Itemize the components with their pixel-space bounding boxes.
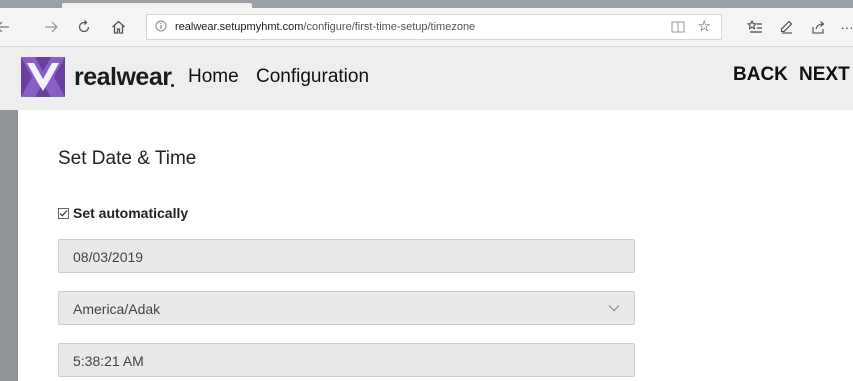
app-header: realwear Home Configuration BACK NEXT xyxy=(0,47,853,110)
share-icon[interactable] xyxy=(807,16,829,38)
next-button[interactable]: NEXT xyxy=(799,64,850,86)
time-value: 5:38:21 AM xyxy=(73,353,144,369)
brand-trademark-dot xyxy=(171,84,174,87)
set-automatically-row[interactable]: Set automatically xyxy=(58,205,188,221)
time-field[interactable]: 5:38:21 AM xyxy=(58,343,635,377)
checkmark-icon xyxy=(59,209,68,217)
set-automatically-label: Set automatically xyxy=(73,205,189,221)
star-icon[interactable]: ☆ xyxy=(698,17,711,37)
date-value: 08/03/2019 xyxy=(73,249,144,265)
nav-configuration-link[interactable]: Configuration xyxy=(256,66,369,88)
home-icon[interactable] xyxy=(107,16,129,38)
url-path: /configure/first-time-setup/timezone xyxy=(303,21,476,33)
chevron-down-icon[interactable] xyxy=(608,304,620,312)
page-title: Set Date & Time xyxy=(58,148,197,169)
content-panel: Set Date & Time Set automatically 08/03/… xyxy=(18,110,853,381)
favorites-icon[interactable] xyxy=(744,16,766,38)
nav-home-link[interactable]: Home xyxy=(188,66,239,88)
realwear-logo-icon[interactable] xyxy=(21,57,65,97)
tab-strip xyxy=(0,0,853,8)
more-icon[interactable]: ··· xyxy=(836,16,853,38)
pen-icon[interactable] xyxy=(775,16,797,38)
forward-arrow-icon[interactable] xyxy=(40,16,62,38)
timezone-select[interactable]: America/Adak xyxy=(58,291,635,325)
timezone-value: America/Adak xyxy=(73,301,161,317)
back-button[interactable]: BACK xyxy=(733,64,788,86)
set-automatically-checkbox[interactable] xyxy=(58,207,69,219)
address-bar[interactable]: realwear.setupmyhmt.com/configure/first-… xyxy=(146,14,722,40)
date-field[interactable]: 08/03/2019 xyxy=(58,239,635,273)
reading-view-icon[interactable] xyxy=(671,20,685,34)
brand-name: realwear xyxy=(74,63,172,91)
refresh-icon[interactable] xyxy=(73,16,95,38)
info-icon[interactable] xyxy=(155,20,167,32)
url-text: realwear.setupmyhmt.com/configure/first-… xyxy=(175,21,475,33)
back-arrow-icon[interactable] xyxy=(0,16,14,38)
browser-toolbar: realwear.setupmyhmt.com/configure/first-… xyxy=(0,8,853,47)
url-host: realwear.setupmyhmt.com xyxy=(175,21,304,33)
